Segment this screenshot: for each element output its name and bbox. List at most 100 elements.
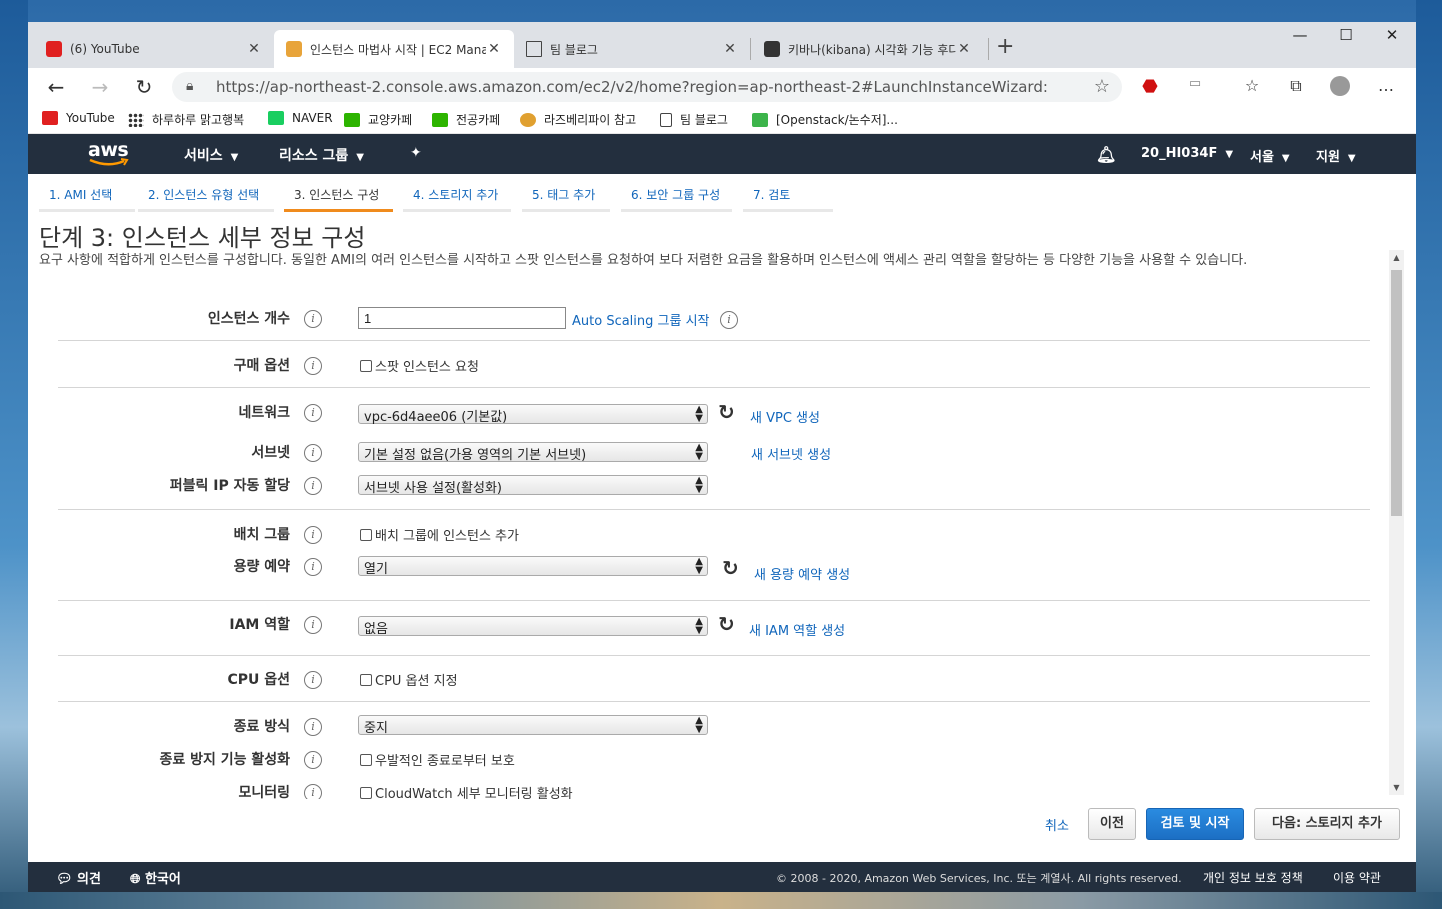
- refresh-icon[interactable]: ↻: [722, 556, 739, 580]
- checkbox-box[interactable]: [360, 673, 372, 686]
- close-window-button[interactable]: ✕: [1372, 26, 1412, 44]
- close-icon[interactable]: ✕: [486, 41, 502, 57]
- info-icon[interactable]: i: [304, 310, 322, 328]
- info-icon[interactable]: i: [304, 444, 322, 462]
- privacy-link[interactable]: 개인 정보 보호 정책: [1203, 869, 1303, 886]
- spot-instance-checkbox[interactable]: 스팟 인스턴스 요청: [360, 356, 479, 375]
- aws-logo[interactable]: aws: [88, 139, 130, 167]
- wizard-step-tags[interactable]: 5. 태그 추가: [522, 186, 610, 212]
- create-capacity-link[interactable]: 새 용량 예약 생성: [754, 564, 850, 583]
- support-label: 지원: [1316, 150, 1340, 165]
- checkbox-box[interactable]: [360, 786, 372, 799]
- tab-youtube[interactable]: (6) YouTube ✕: [34, 30, 274, 68]
- tab-ec2[interactable]: 인스턴스 마법사 시작 | EC2 Mana ✕: [274, 30, 514, 68]
- cancel-link[interactable]: 취소: [1045, 815, 1069, 834]
- scroll-down-icon[interactable]: ▼: [1389, 783, 1404, 792]
- url-text[interactable]: https://ap-northeast-2.console.aws.amazo…: [216, 78, 1048, 96]
- iam-role-select[interactable]: 없음 ▲ ▼: [358, 616, 708, 637]
- new-tab-button[interactable]: +: [996, 34, 1014, 59]
- checkbox-box[interactable]: [360, 528, 372, 541]
- bookmark-raspberry[interactable]: 라즈베리파이 참고: [520, 111, 636, 128]
- language-button[interactable]: 🌐︎ 한국어: [130, 868, 181, 887]
- subnet-select[interactable]: 기본 설정 없음(가용 영역의 기본 서브넷) ▲ ▼: [358, 442, 708, 463]
- wizard-step-configure[interactable]: 3. 인스턴스 구성: [284, 186, 393, 212]
- info-icon[interactable]: i: [304, 404, 322, 422]
- create-subnet-link[interactable]: 새 서브넷 생성: [751, 444, 831, 463]
- termination-protection-checkbox[interactable]: 우발적인 종료로부터 보호: [360, 750, 515, 769]
- scroll-up-icon[interactable]: ▲: [1389, 253, 1404, 262]
- wizard-step-storage[interactable]: 4. 스토리지 추가: [403, 186, 511, 212]
- info-icon[interactable]: i: [304, 477, 322, 495]
- resource-groups-menu[interactable]: 리소스 그룹 ▼: [279, 145, 364, 165]
- shutdown-behavior-select[interactable]: 중지 ▲ ▼: [358, 715, 708, 736]
- more-icon[interactable]: …: [1374, 76, 1398, 98]
- network-select[interactable]: vpc-6d4aee06 (기본값) ▲ ▼: [358, 404, 708, 425]
- bookmark-openstack[interactable]: [Openstack/논수저]...: [752, 111, 898, 128]
- previous-button[interactable]: 이전: [1088, 808, 1136, 840]
- info-icon[interactable]: i: [720, 311, 738, 329]
- wizard-step-ami[interactable]: 1. AMI 선택: [39, 186, 135, 212]
- bookmark-youtube[interactable]: YouTube: [42, 111, 115, 125]
- star-icon[interactable]: ☆: [1094, 76, 1110, 97]
- feedback-button[interactable]: 💬︎ 의견: [56, 868, 101, 887]
- monitoring-checkbox[interactable]: CloudWatch 세부 모니터링 활성화: [360, 783, 573, 799]
- bookmark-daily[interactable]: 하루하루 맑고행복: [128, 111, 244, 128]
- wizard-step-security[interactable]: 6. 보안 그룹 구성: [621, 186, 732, 212]
- info-icon[interactable]: i: [304, 671, 322, 689]
- info-icon[interactable]: i: [304, 718, 322, 736]
- forward-icon[interactable]: →: [86, 74, 114, 100]
- bookmark-cafe-major[interactable]: 전공카페: [432, 111, 500, 128]
- info-icon[interactable]: i: [304, 558, 322, 576]
- services-menu[interactable]: 서비스 ▼: [184, 145, 238, 165]
- terms-link[interactable]: 이용 약관: [1333, 869, 1381, 886]
- checkbox-box[interactable]: [360, 753, 372, 766]
- bookmark-team-blog[interactable]: 팀 블로그: [660, 111, 728, 128]
- close-icon[interactable]: ✕: [956, 41, 972, 57]
- create-vpc-link[interactable]: 새 VPC 생성: [750, 407, 820, 426]
- region-menu[interactable]: 서울 ▼: [1250, 146, 1290, 165]
- placement-group-checkbox[interactable]: 배치 그룹에 인스턴스 추가: [360, 525, 519, 544]
- close-icon[interactable]: ✕: [246, 41, 262, 57]
- auto-scaling-link[interactable]: Auto Scaling 그룹 시작: [572, 310, 710, 329]
- tab-kibana[interactable]: 키바나(kibana) 시각화 기능 후다 ✕: [752, 30, 984, 68]
- bell-icon[interactable]: 🔔︎: [1096, 145, 1116, 164]
- pin-icon[interactable]: ✦: [410, 145, 422, 161]
- page-title: 단계 3: 인스턴스 세부 정보 구성: [39, 224, 366, 252]
- reading-icon[interactable]: ▭: [1183, 76, 1207, 98]
- minimize-button[interactable]: —: [1280, 26, 1320, 44]
- account-menu[interactable]: 20_HI034F ▼: [1141, 146, 1233, 161]
- review-launch-button[interactable]: 검토 및 시작: [1146, 808, 1244, 840]
- cpu-option-checkbox[interactable]: CPU 옵션 지정: [360, 670, 458, 689]
- capacity-reservation-select[interactable]: 열기 ▲ ▼: [358, 556, 708, 577]
- maximize-button[interactable]: ☐: [1326, 26, 1366, 44]
- back-icon[interactable]: ←: [42, 74, 70, 100]
- refresh-icon[interactable]: ↻: [718, 612, 735, 636]
- favorites-icon[interactable]: ☆: [1240, 76, 1264, 98]
- instance-count-input[interactable]: [358, 307, 566, 329]
- bookmark-naver[interactable]: NAVER: [268, 111, 333, 125]
- stop-icon[interactable]: ⬣: [1138, 76, 1162, 98]
- support-menu[interactable]: 지원 ▼: [1316, 146, 1356, 165]
- collections-icon[interactable]: ⧉: [1284, 76, 1308, 98]
- reload-icon[interactable]: ↻: [130, 74, 158, 100]
- info-icon[interactable]: i: [304, 526, 322, 544]
- bookmark-cafe-general[interactable]: 교양카페: [344, 111, 412, 128]
- form-scrollbar[interactable]: ▲ ▼: [1389, 250, 1404, 795]
- info-icon[interactable]: i: [304, 357, 322, 375]
- info-icon[interactable]: i: [304, 751, 322, 769]
- close-icon[interactable]: ✕: [722, 41, 738, 57]
- termination-protection-label: 종료 방지 기능 활성화: [159, 752, 290, 768]
- url-bar[interactable]: 🔒︎ https://ap-northeast-2.console.aws.am…: [172, 72, 1122, 102]
- public-ip-select[interactable]: 서브넷 사용 설정(활성화) ▲ ▼: [358, 475, 708, 496]
- next-storage-button[interactable]: 다음: 스토리지 추가: [1254, 808, 1400, 840]
- checkbox-box[interactable]: [360, 359, 372, 372]
- info-icon[interactable]: i: [304, 784, 322, 799]
- scrollbar-thumb[interactable]: [1391, 270, 1402, 516]
- create-iam-link[interactable]: 새 IAM 역할 생성: [749, 620, 845, 639]
- wizard-step-review[interactable]: 7. 검토: [743, 186, 833, 212]
- profile-icon[interactable]: [1328, 76, 1352, 98]
- tab-team-blog[interactable]: 팀 블로그 ✕: [514, 30, 750, 68]
- refresh-icon[interactable]: ↻: [718, 400, 735, 424]
- wizard-step-instance-type[interactable]: 2. 인스턴스 유형 선택: [138, 186, 274, 212]
- info-icon[interactable]: i: [304, 616, 322, 634]
